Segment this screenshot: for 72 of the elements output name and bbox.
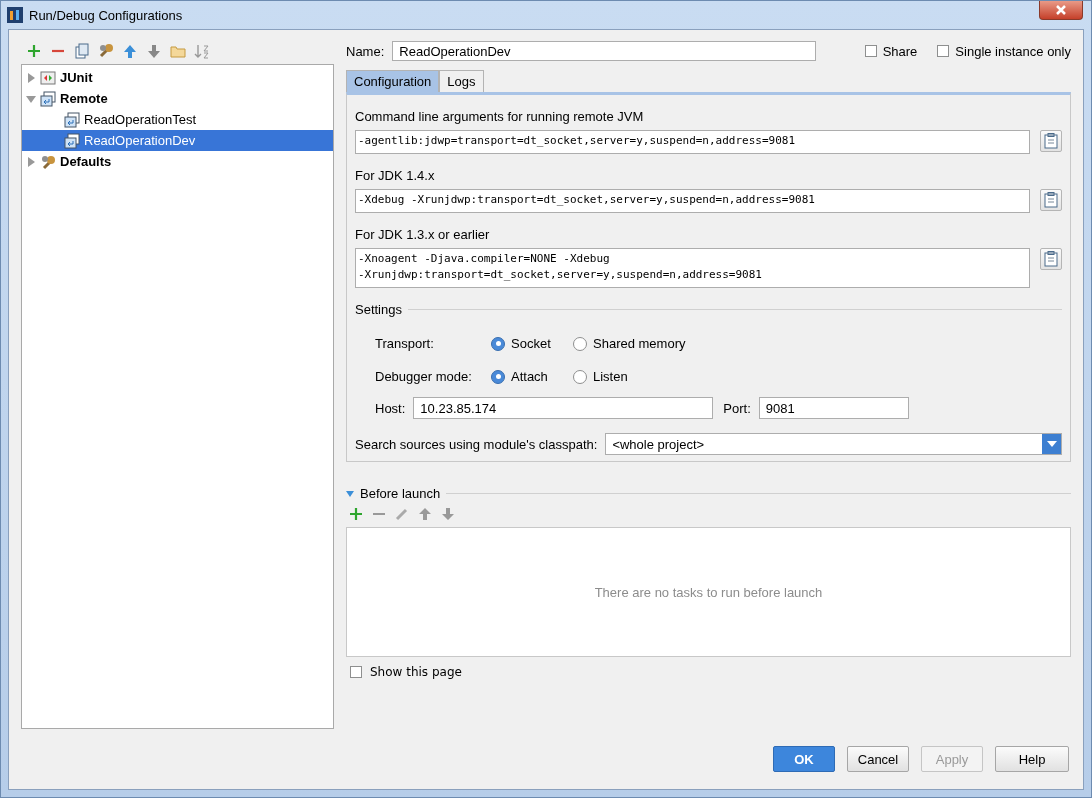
test-icon: [40, 69, 56, 86]
pencil-icon[interactable]: [394, 506, 410, 522]
radio-button[interactable]: [491, 336, 505, 351]
clipboard-icon: [1044, 251, 1058, 267]
tree-item[interactable]: ReadOperationDev: [22, 130, 333, 151]
dialog-button[interactable]: OK: [773, 746, 835, 772]
port-field[interactable]: 9081: [758, 397, 909, 419]
tab[interactable]: Configuration: [346, 70, 440, 92]
dialog-button[interactable]: Help: [995, 746, 1069, 772]
section-title: Before launch: [360, 486, 441, 501]
checkbox[interactable]: [864, 45, 877, 57]
dropdown-arrow-icon: [1046, 441, 1057, 447]
radio-label: Socket: [511, 336, 551, 351]
tree-item[interactable]: Defaults: [22, 151, 333, 172]
arguments-field[interactable]: -Xdebug -Xrunjdwp:transport=dt_socket,server=y,suspend=n,address=9081: [355, 189, 1030, 213]
wrench-icon: [40, 153, 56, 170]
field-label: Command line arguments for running remote JVM: [355, 109, 645, 124]
expand-arrow-icon[interactable]: [26, 72, 36, 83]
tab[interactable]: Logs: [439, 70, 484, 92]
classpath-dropdown[interactable]: <whole project>: [605, 433, 1062, 455]
field-label: Debugger mode:: [375, 369, 473, 384]
collapse-arrow-icon[interactable]: [26, 93, 36, 104]
checkbox-label: Show this page: [370, 665, 462, 679]
wrench-icon[interactable]: [97, 42, 115, 60]
field-label: Search sources using module's classpath:: [355, 436, 598, 452]
name-label: Name:: [346, 43, 385, 59]
remote-icon: [40, 90, 56, 107]
radio-label: Shared memory: [593, 336, 686, 351]
close-button[interactable]: [1039, 1, 1083, 20]
window-title: Run/Debug Configurations: [29, 7, 183, 23]
dialog-button[interactable]: Cancel: [847, 746, 909, 772]
field-label: For JDK 1.4.x: [355, 168, 436, 183]
arrow-down-icon[interactable]: [145, 42, 163, 60]
copy-button[interactable]: [1040, 248, 1062, 270]
checkbox[interactable]: [937, 45, 950, 57]
checkbox[interactable]: [350, 666, 362, 678]
field-label: Transport:: [375, 336, 435, 351]
remote-icon: [64, 111, 80, 128]
tree-item[interactable]: ReadOperationTest: [22, 109, 333, 130]
host-field[interactable]: 10.23.85.174: [413, 397, 714, 419]
app-icon: [7, 7, 23, 23]
close-icon: [1055, 5, 1067, 15]
expand-arrow-icon[interactable]: [26, 156, 36, 167]
arguments-field[interactable]: -agentlib:jdwp=transport=dt_socket,server=y,suspend=n,address=9081: [355, 130, 1030, 154]
collapse-arrow-icon[interactable]: [346, 489, 354, 498]
name-field[interactable]: ReadOperationDev: [392, 41, 817, 61]
radio-button[interactable]: [573, 369, 587, 384]
radio-button[interactable]: [491, 369, 505, 384]
arrow-up-icon[interactable]: [417, 506, 433, 522]
remote-icon: [64, 132, 80, 149]
section-title: Settings: [355, 302, 402, 317]
checkbox-label: Share: [882, 43, 918, 59]
copy-button[interactable]: [1040, 130, 1062, 152]
copy-icon[interactable]: [73, 42, 91, 60]
field-label: For JDK 1.3.x or earlier: [355, 227, 491, 242]
sort-icon[interactable]: [193, 42, 211, 60]
arguments-field[interactable]: -Xnoagent -Djava.compiler=NONE -Xdebug -Xrunjdwp:transport=dt_socket,server=y,suspend=n,address=9081: [355, 248, 1030, 288]
arrow-down-icon[interactable]: [440, 506, 456, 522]
tree-item[interactable]: JUnit: [22, 67, 333, 88]
tree-item[interactable]: Remote: [22, 88, 333, 109]
field-label: Port:: [723, 400, 751, 416]
empty-message: There are no tasks to run before launch: [594, 584, 823, 600]
clipboard-icon: [1044, 192, 1058, 208]
radio-label: Listen: [593, 369, 628, 384]
copy-button[interactable]: [1040, 189, 1062, 211]
add-icon[interactable]: [25, 42, 43, 60]
checkbox-label: Single instance only: [955, 43, 1071, 59]
radio-label: Attach: [511, 369, 548, 384]
clipboard-icon: [1044, 133, 1058, 149]
radio-button[interactable]: [573, 336, 587, 351]
field-label: Host:: [375, 400, 406, 416]
add-icon[interactable]: [348, 506, 364, 522]
